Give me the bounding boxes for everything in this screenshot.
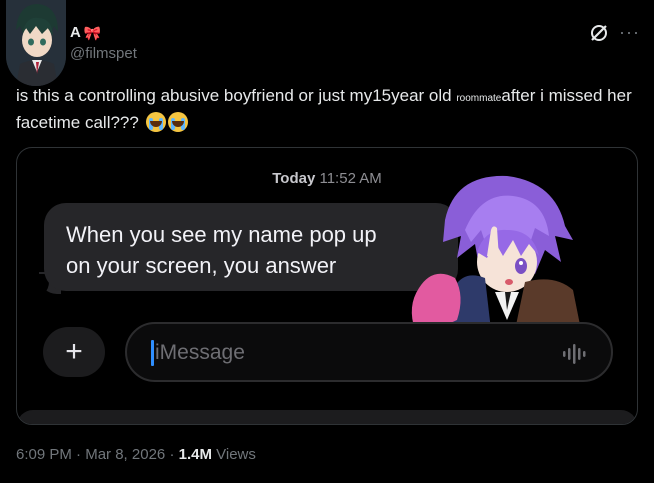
grok-icon[interactable] <box>589 23 609 43</box>
loudly-crying-face-emoji-icon <box>167 112 188 132</box>
tweet-date[interactable]: Mar 8, 2026 <box>85 446 165 463</box>
anime-character-sticker <box>411 175 581 330</box>
plus-icon: + <box>65 335 83 368</box>
timestamp-time: 11:52 AM <box>319 170 382 187</box>
author-handle[interactable]: @filmspet <box>70 45 137 62</box>
tweet-metadata: 6:09 PM · Mar 8, 2026 · 1.4M Views <box>16 446 256 463</box>
bow-icon: 🎀 <box>83 24 102 41</box>
message-line-1: When you see my name pop up <box>66 222 377 247</box>
views-label: Views <box>216 446 256 463</box>
loudly-crying-face-emoji-icon <box>145 112 166 132</box>
audio-waveform-icon[interactable] <box>561 342 591 366</box>
more-icon[interactable]: ··· <box>619 22 640 43</box>
tweet-text-small: roommate <box>456 93 502 104</box>
author-avatar[interactable] <box>6 0 66 86</box>
views-count: 1.4M <box>178 446 212 463</box>
author-display-name[interactable]: A <box>70 24 81 41</box>
add-attachment-button[interactable]: + <box>43 327 105 377</box>
tweet-media-image[interactable]: Today 11:52 AM When you see my name pop … <box>16 147 638 425</box>
imessage-input[interactable]: iMessage <box>125 322 613 382</box>
message-line-2: on your screen, you answer <box>66 253 337 278</box>
text-caret <box>151 340 154 366</box>
tweet-text-part1: is this a controlling abusive boyfriend … <box>16 86 452 105</box>
tweet-time[interactable]: 6:09 PM <box>16 446 72 463</box>
tweet-text: is this a controlling abusive boyfriend … <box>16 84 636 135</box>
imessage-placeholder: iMessage <box>155 341 245 364</box>
keyboard-area <box>17 410 637 424</box>
timestamp-day: Today <box>272 170 316 187</box>
